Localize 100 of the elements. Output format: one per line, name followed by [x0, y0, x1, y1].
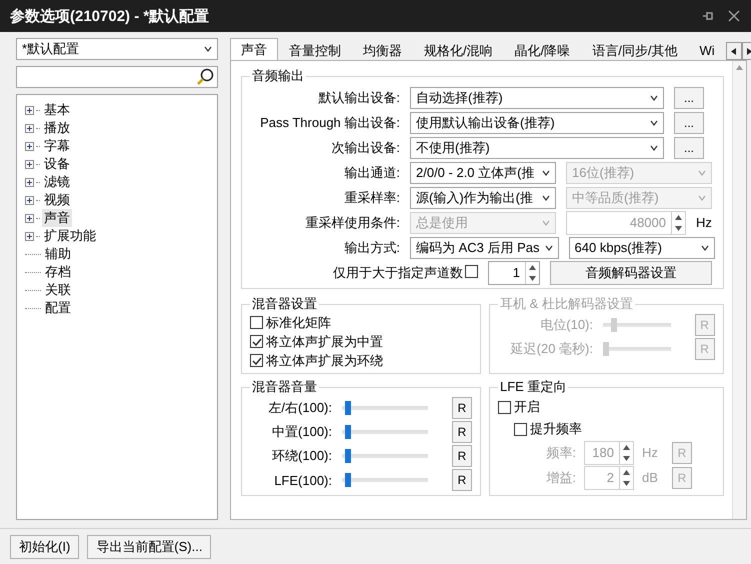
chevron-down-icon [650, 94, 658, 100]
slider-label: 左/右(100): [267, 399, 332, 417]
checkbox-label: 将立体声扩展为环绕 [266, 352, 383, 370]
field-label: Pass Through 输出设备: [259, 114, 400, 132]
field-label: 默认输出设备: [317, 88, 400, 106]
footer-button[interactable]: 初始化(I) [10, 534, 80, 558]
expand-icon[interactable] [25, 232, 34, 240]
tree-item[interactable]: 扩展功能 [42, 227, 98, 245]
group-title: LFE 重定向 [499, 378, 568, 396]
slider-thumb[interactable] [345, 473, 352, 487]
tree-item[interactable]: 设备 [42, 155, 72, 173]
dropdown[interactable]: 使用默认输出设备(推荐) [410, 112, 664, 134]
left-arrow-icon [731, 48, 736, 54]
more-button[interactable]: ... [674, 112, 704, 134]
slider-label: 电位(10): [539, 316, 593, 334]
tree-item[interactable]: 基本 [42, 101, 72, 119]
expand-icon[interactable] [25, 124, 34, 132]
profile-dropdown[interactable]: *默认配置 [16, 38, 218, 60]
pin-icon[interactable] [701, 9, 715, 23]
tree-item[interactable]: 字幕 [42, 137, 72, 155]
unit-label: Hz [696, 215, 712, 230]
slider-thumb[interactable] [345, 425, 352, 439]
field-label: 输出方式: [343, 238, 400, 256]
chevron-down-icon [650, 144, 658, 150]
tree-item[interactable]: 声音 [42, 209, 72, 227]
checkbox-label: 标准化矩阵 [266, 314, 331, 332]
dropdown[interactable]: 2/0/0 - 2.0 立体声(推 [410, 162, 556, 184]
more-button[interactable]: ... [674, 86, 704, 108]
tree-item[interactable]: 辅助 [43, 245, 73, 263]
search-icon[interactable] [196, 68, 214, 86]
tree-item[interactable]: 存档 [43, 263, 73, 281]
tab[interactable]: 语言/同步/其他 [581, 40, 688, 60]
tab[interactable]: 规格化/混响 [413, 40, 504, 60]
checkbox[interactable] [250, 354, 263, 367]
expand-icon[interactable] [25, 142, 34, 150]
decoder-settings-button[interactable]: 音频解码器设置 [550, 260, 712, 284]
search-field[interactable] [16, 66, 218, 88]
close-icon[interactable] [727, 9, 741, 23]
dropdown[interactable]: 编码为 AC3 后用 Pas [410, 236, 559, 258]
reset-button[interactable]: R [452, 469, 472, 491]
chevron-down-icon [700, 244, 709, 250]
more-button[interactable]: ... [674, 136, 704, 158]
reset-button[interactable]: R [452, 445, 472, 467]
checkbox-label: 提升频率 [530, 420, 582, 438]
expand-icon[interactable] [25, 160, 34, 168]
unit-label: Hz [642, 445, 659, 460]
chevron-down-icon [542, 170, 550, 176]
expand-icon[interactable] [25, 106, 34, 114]
chevron-down-icon [542, 194, 550, 200]
dropdown[interactable]: 自动选择(推荐) [410, 86, 664, 108]
slider-thumb[interactable] [345, 449, 352, 463]
field-label: 仅用于大于指定声道数 [332, 264, 463, 282]
group-title: 混音器设置 [251, 295, 318, 313]
checkbox[interactable] [514, 422, 527, 436]
tree-item[interactable]: 视频 [42, 191, 72, 209]
group-title: 混音器音量 [251, 378, 318, 396]
field-label: 增益: [545, 468, 576, 486]
chevron-down-icon [544, 244, 553, 250]
footer-button[interactable]: 导出当前配置(S)... [87, 534, 212, 558]
slider-label: 中置(100): [271, 423, 332, 441]
checkbox-label: 将立体声扩展为中置 [266, 332, 383, 350]
field-label: 重采样率: [343, 188, 400, 206]
tree-item[interactable]: 关联 [43, 281, 73, 299]
checkbox[interactable] [250, 316, 263, 329]
scroll-left-button[interactable] [726, 42, 742, 60]
right-arrow-icon [747, 48, 751, 54]
reset-button[interactable]: R [452, 421, 472, 443]
scrollbar[interactable] [732, 61, 746, 519]
tab[interactable]: 音量控制 [278, 40, 352, 60]
reset-button[interactable]: R [452, 397, 472, 419]
expand-icon[interactable] [25, 178, 34, 186]
tree-item[interactable]: 播放 [42, 119, 72, 137]
chevron-down-icon [204, 46, 212, 52]
window-title: 参数选项(210702) - *默认配置 [10, 6, 210, 26]
down-arrow-icon[interactable] [529, 276, 536, 280]
slider-label: 环绕(100): [271, 447, 332, 465]
checkbox[interactable] [498, 400, 511, 414]
up-arrow-icon[interactable] [529, 264, 536, 270]
expand-icon[interactable] [25, 196, 34, 204]
tab[interactable]: 均衡器 [352, 40, 413, 60]
dropdown[interactable]: 640 kbps(推荐) [568, 236, 715, 258]
slider-thumb[interactable] [345, 401, 352, 415]
unit-label: dB [642, 470, 659, 485]
tab[interactable]: 声音 [230, 38, 278, 60]
tab[interactable]: 晶化/降噪 [504, 40, 582, 60]
dropdown[interactable]: 不使用(推荐) [410, 136, 664, 158]
field-label: 次输出设备: [330, 138, 400, 156]
checkbox[interactable] [465, 264, 478, 278]
expand-icon[interactable] [25, 214, 34, 222]
slider-label: LFE(100): [273, 472, 332, 488]
checkbox[interactable] [250, 335, 263, 348]
tree-item[interactable]: 配置 [43, 299, 73, 317]
spin-field[interactable]: 1 [488, 260, 540, 284]
tab[interactable]: Wi [688, 40, 726, 60]
tree-item[interactable]: 滤镜 [42, 173, 72, 191]
dropdown[interactable]: 源(输入)作为输出(推 [410, 186, 556, 208]
field-label: 重采样使用条件: [304, 214, 400, 232]
checkbox-label: 开启 [514, 398, 540, 416]
chevron-down-icon [698, 194, 706, 200]
field-label: 输出通道: [343, 164, 400, 182]
